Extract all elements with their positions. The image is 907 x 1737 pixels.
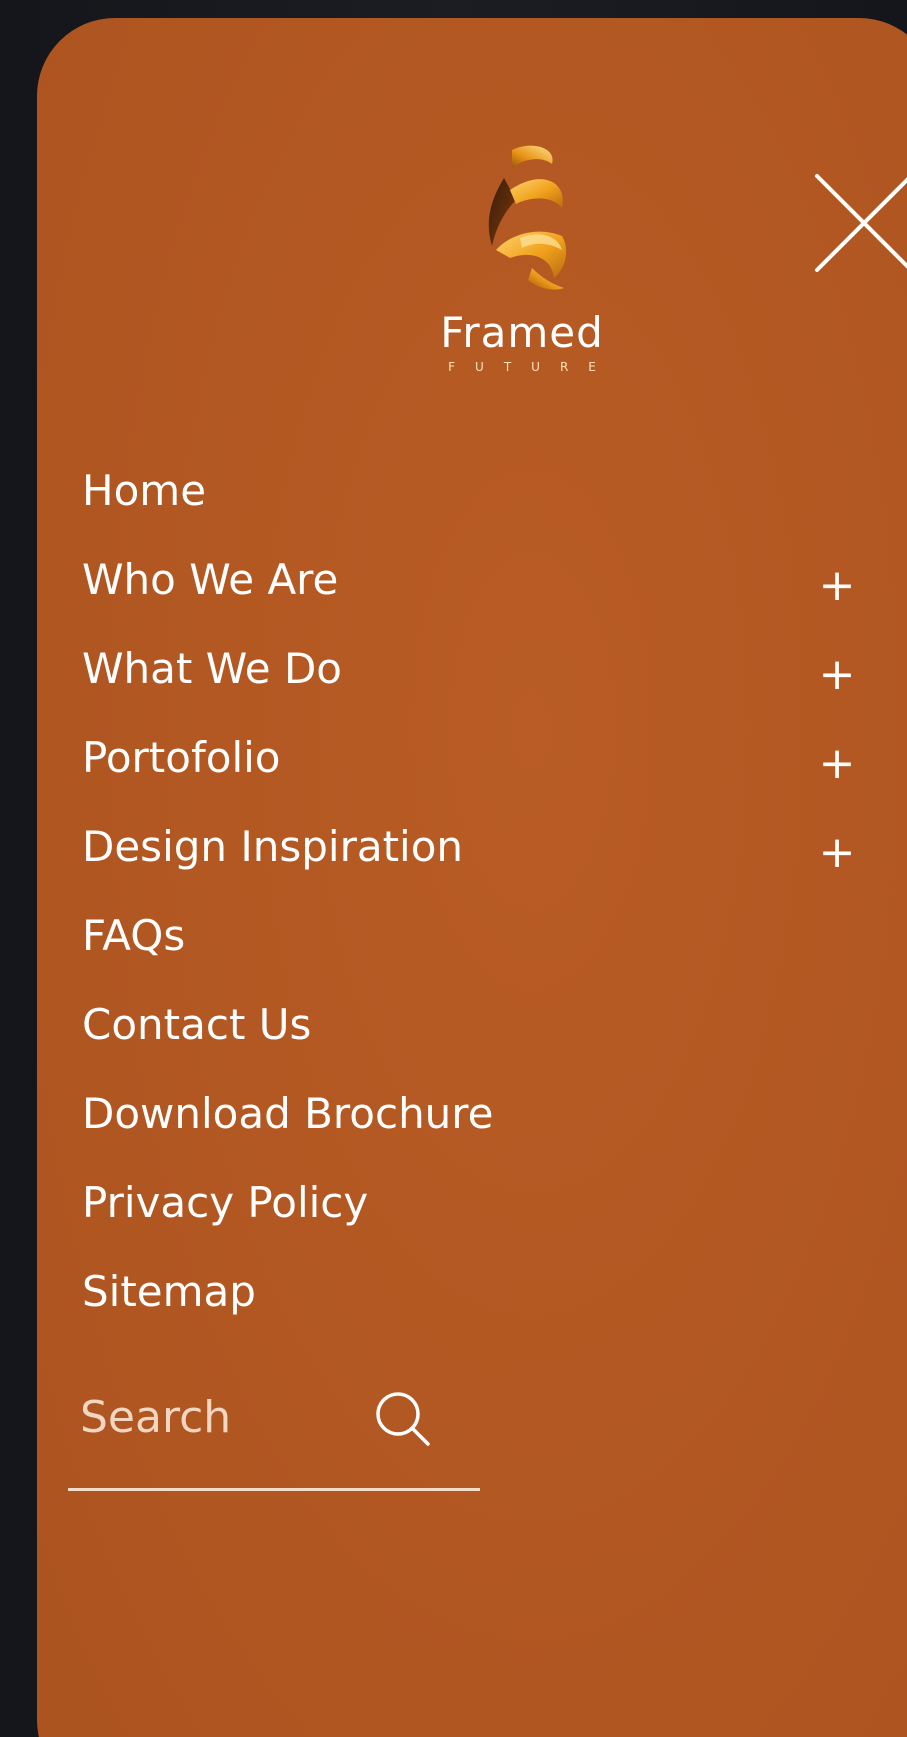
search-input[interactable] bbox=[80, 1382, 350, 1452]
menu-item-label[interactable]: Sitemap bbox=[82, 1267, 256, 1317]
plus-icon[interactable]: + bbox=[817, 561, 857, 611]
plus-icon[interactable]: + bbox=[817, 739, 857, 789]
brand-tagline: FUTURE bbox=[448, 360, 616, 374]
menu-item-download-brochure[interactable]: Download Brochure bbox=[82, 1075, 872, 1164]
close-icon bbox=[815, 174, 907, 272]
menu-item-label[interactable]: Contact Us bbox=[82, 1000, 311, 1050]
menu-item-sitemap[interactable]: Sitemap bbox=[82, 1253, 872, 1342]
menu-item-label[interactable]: Who We Are bbox=[82, 555, 338, 605]
menu-item-portofolio[interactable]: Portofolio + bbox=[82, 719, 872, 808]
plus-icon[interactable]: + bbox=[817, 650, 857, 700]
framed-future-logo bbox=[488, 145, 567, 290]
menu-item-privacy-policy[interactable]: Privacy Policy bbox=[82, 1164, 872, 1253]
brand-name: Framed bbox=[440, 308, 604, 357]
search-underline bbox=[68, 1488, 480, 1491]
menu-item-contact-us[interactable]: Contact Us bbox=[82, 986, 872, 1075]
search-form bbox=[68, 1370, 480, 1492]
menu-item-label[interactable]: Home bbox=[82, 466, 206, 516]
search-button[interactable] bbox=[370, 1386, 436, 1452]
menu-item-design-inspiration[interactable]: Design Inspiration + bbox=[82, 808, 872, 897]
search-icon bbox=[376, 1392, 430, 1446]
plus-icon[interactable]: + bbox=[817, 828, 857, 878]
close-button[interactable] bbox=[809, 168, 907, 278]
menu-item-label[interactable]: Design Inspiration bbox=[82, 822, 463, 872]
menu-screen: Framed FUTURE Home Who We Are + What We … bbox=[0, 0, 907, 1737]
menu-item-home[interactable]: Home bbox=[82, 452, 872, 541]
menu-item-label[interactable]: FAQs bbox=[82, 911, 185, 961]
brand-logo[interactable]: Framed FUTURE bbox=[392, 138, 652, 388]
menu-item-faqs[interactable]: FAQs bbox=[82, 897, 872, 986]
menu-item-label[interactable]: Portofolio bbox=[82, 733, 280, 783]
main-menu: Home Who We Are + What We Do + Portofoli… bbox=[82, 452, 872, 1342]
menu-item-label[interactable]: Download Brochure bbox=[82, 1089, 494, 1139]
menu-item-label[interactable]: Privacy Policy bbox=[82, 1178, 368, 1228]
menu-item-label[interactable]: What We Do bbox=[82, 644, 342, 694]
menu-item-what-we-do[interactable]: What We Do + bbox=[82, 630, 872, 719]
menu-item-who-we-are[interactable]: Who We Are + bbox=[82, 541, 872, 630]
